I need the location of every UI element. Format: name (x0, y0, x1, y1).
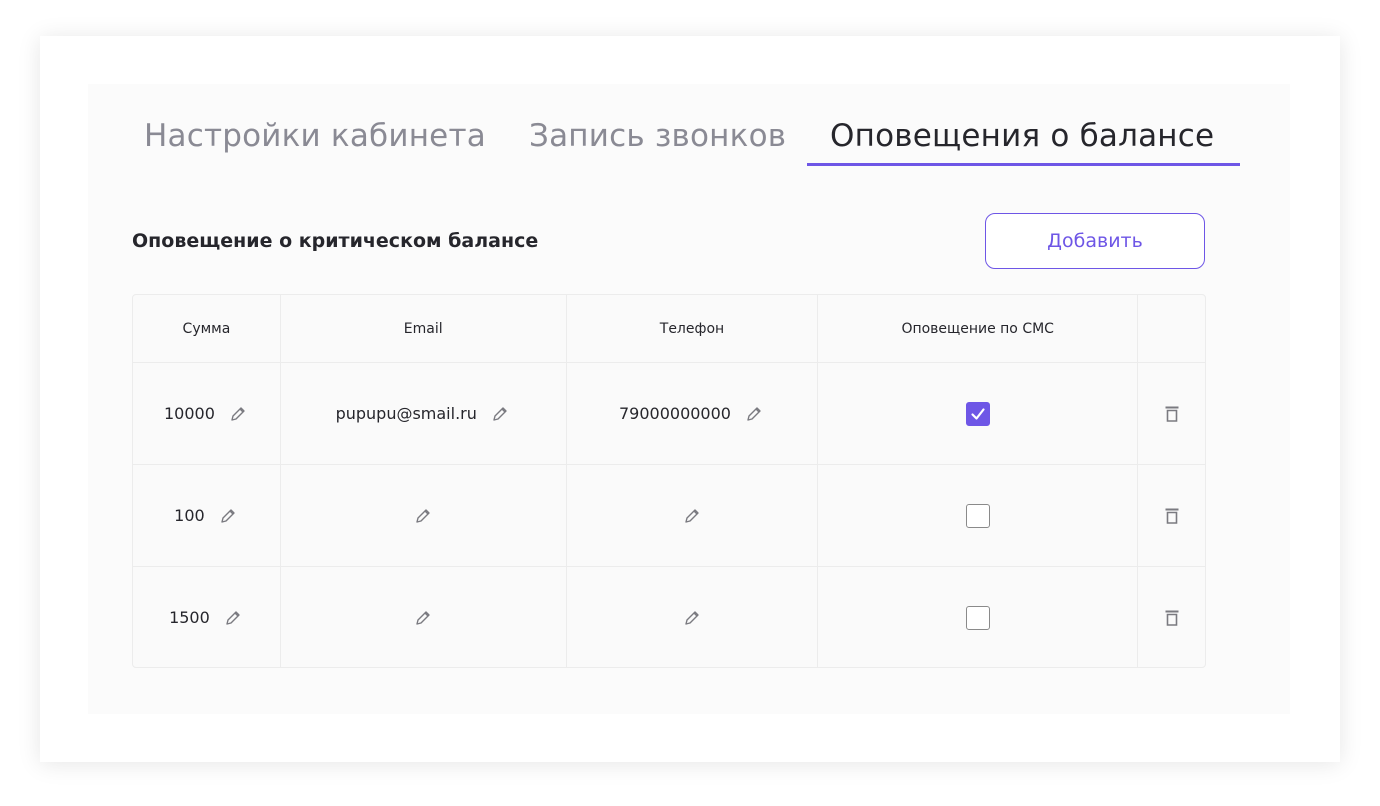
active-tab-indicator (807, 163, 1240, 166)
sms-cell (818, 567, 1139, 668)
settings-panel: Настройки кабинета Запись звонков Оповещ… (88, 84, 1290, 714)
phone-value: 79000000000 (618, 404, 731, 423)
amount-cell: 100 (133, 465, 281, 566)
pencil-icon[interactable] (227, 403, 249, 425)
pencil-icon[interactable] (681, 505, 703, 527)
amount-value: 100 (174, 506, 205, 525)
sms-checkbox[interactable] (965, 605, 990, 630)
tab-bar: Настройки кабинета Запись звонков Оповещ… (88, 84, 1290, 168)
column-header-actions (1138, 295, 1205, 362)
amount-cell: 10000 (133, 363, 281, 464)
email-cell (281, 567, 567, 668)
email-value: pupupu@smail.ru (335, 404, 477, 423)
checkmark-icon (971, 407, 985, 420)
amount-value: 1500 (169, 608, 210, 627)
amount-value: 10000 (163, 404, 215, 423)
amount-cell: 1500 (133, 567, 281, 668)
trash-icon[interactable] (1161, 607, 1183, 629)
pencil-icon[interactable] (222, 607, 244, 629)
column-header-phone: Телефон (567, 295, 819, 362)
notifications-table: Сумма Email Телефон Оповещение по СМС 10… (132, 294, 1206, 668)
pencil-icon[interactable] (412, 505, 434, 527)
email-cell (281, 465, 567, 566)
column-header-email: Email (281, 295, 567, 362)
phone-cell: 79000000000 (567, 363, 819, 464)
sms-cell (818, 363, 1139, 464)
sms-checkbox[interactable] (965, 401, 990, 426)
column-header-amount: Сумма (133, 295, 281, 362)
pencil-icon[interactable] (743, 403, 765, 425)
add-button[interactable]: Добавить (985, 213, 1205, 269)
pencil-icon[interactable] (489, 403, 511, 425)
phone-cell (567, 567, 819, 668)
phone-cell (567, 465, 819, 566)
table-row: 100 (133, 465, 1205, 567)
section-title: Оповещение о критическом балансе (132, 230, 539, 252)
actions-cell (1138, 567, 1205, 668)
sms-checkbox[interactable] (965, 503, 990, 528)
actions-cell (1138, 363, 1205, 464)
pencil-icon[interactable] (217, 505, 239, 527)
trash-icon[interactable] (1161, 403, 1183, 425)
pencil-icon[interactable] (412, 607, 434, 629)
sms-cell (818, 465, 1139, 566)
tab-balance-notifications[interactable]: Оповещения о балансе (830, 118, 1214, 154)
actions-cell (1138, 465, 1205, 566)
trash-icon[interactable] (1161, 505, 1183, 527)
email-cell: pupupu@smail.ru (281, 363, 567, 464)
tab-call-recording[interactable]: Запись звонков (529, 118, 786, 154)
pencil-icon[interactable] (681, 607, 703, 629)
column-header-sms: Оповещение по СМС (818, 295, 1139, 362)
table-row: 10000 pupupu@smail.ru 79000000000 (133, 363, 1205, 465)
table-header-row: Сумма Email Телефон Оповещение по СМС (133, 295, 1205, 363)
table-row: 1500 (133, 567, 1205, 668)
tab-cabinet-settings[interactable]: Настройки кабинета (144, 118, 486, 154)
